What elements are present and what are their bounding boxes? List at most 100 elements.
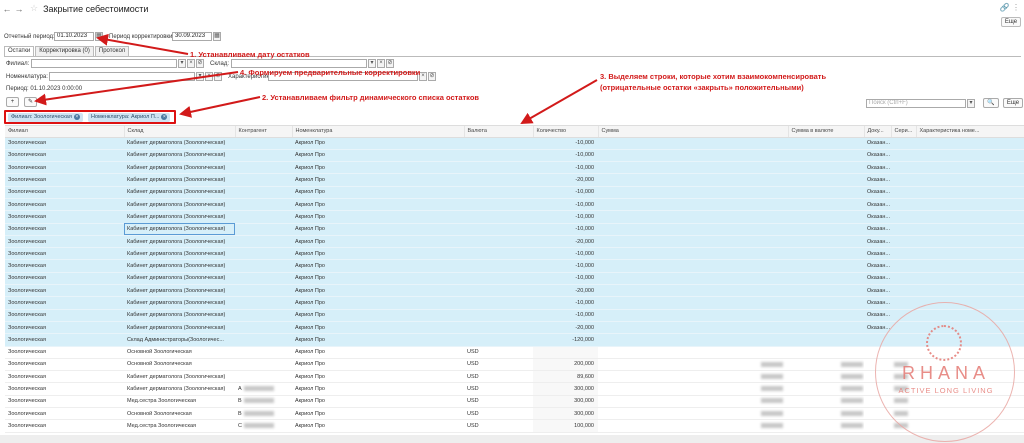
table-row[interactable]: Зоологическая Кабинет дерматолога (Зоолог…	[5, 321, 1024, 335]
cell-document: Оказан...	[864, 272, 891, 286]
cell-series	[891, 296, 916, 310]
cell-branch: Зоологическая	[5, 198, 124, 212]
cell-branch: Зоологическая	[5, 161, 124, 175]
bottom-scrollbar[interactable]	[0, 435, 1024, 443]
column-header[interactable]: Сумма в валюте	[788, 126, 865, 138]
table-row[interactable]: Зоологическая Мед.сестра Зоологическая В Ак…	[5, 395, 1024, 409]
table-row[interactable]: Зоологическая Кабинет дерматолога (Зоолог…	[5, 149, 1024, 163]
cell-currency	[464, 259, 533, 273]
cell-warehouse: Кабинет дерматолога (Зоологическая)	[124, 309, 235, 322]
column-header[interactable]: Сумма	[598, 126, 789, 138]
table-row[interactable]: Зоологическая Кабинет дерматолога (Зоолог…	[5, 370, 1024, 384]
cell-quantity: 100,000	[533, 419, 598, 433]
cell-nomenclature: Акриол Про	[292, 382, 464, 396]
cell-sum	[598, 235, 788, 249]
column-header[interactable]: Сери...	[891, 126, 917, 138]
table-row[interactable]: Зоологическая Кабинет дерматолога (Зоолог…	[5, 198, 1024, 212]
cell-document: Оказан...	[864, 247, 891, 261]
column-header[interactable]: Номенклатура	[292, 126, 465, 138]
redacted-value	[761, 386, 783, 392]
cell-quantity: -20,000	[533, 284, 598, 298]
table-row[interactable]: Зоологическая Кабинет дерматолога (Зоолог…	[5, 137, 1024, 150]
cell-characteristic	[916, 198, 1024, 212]
cell-sum	[598, 198, 788, 212]
table-row[interactable]: Зоологическая Основной Зоологическая Акрио…	[5, 358, 1024, 372]
column-header[interactable]: Филиал	[5, 126, 125, 138]
redacted-value	[761, 373, 783, 379]
column-header[interactable]: Валюта	[464, 126, 534, 138]
cell-branch: Зоологическая	[5, 382, 124, 396]
cell-nomenclature: Акриол Про	[292, 186, 464, 199]
column-header[interactable]: Количество	[533, 126, 599, 138]
table-row[interactable]: Зоологическая Кабинет дерматолога (Зоолог…	[5, 247, 1024, 261]
cell-currency: USD	[464, 382, 533, 396]
cell-counterparty	[235, 346, 292, 359]
cell-characteristic	[916, 210, 1024, 224]
cell-quantity: -120,000	[533, 333, 598, 347]
cell-nomenclature: Акриол Про	[292, 358, 464, 372]
cell-warehouse: Кабинет дерматолога (Зоологическая)	[124, 247, 235, 261]
cell-currency	[464, 272, 533, 286]
table-row[interactable]: Зоологическая Кабинет дерматолога (Зоолог…	[5, 235, 1024, 249]
cell-counterparty	[235, 235, 292, 249]
table-row[interactable]: Зоологическая Основной Зоологическая В Акри…	[5, 407, 1024, 421]
cell-branch: Зоологическая	[5, 395, 124, 409]
cell-nomenclature: Акриол Про	[292, 149, 464, 163]
table-row[interactable]: Зоологическая Кабинет дерматолога (Зоолог…	[5, 259, 1024, 273]
arrow-3	[520, 79, 598, 124]
cell-branch: Зоологическая	[5, 296, 124, 310]
cell-counterparty: В	[235, 407, 292, 421]
cell-quantity: 300,000	[533, 395, 598, 409]
column-header[interactable]: Контрагент	[235, 126, 293, 138]
cell-currency	[464, 210, 533, 224]
table-row[interactable]: Зоологическая Кабинет дерматолога (Зоолог…	[5, 296, 1024, 310]
arrow-2	[179, 96, 261, 118]
redacted-value	[761, 398, 783, 404]
cell-sum	[598, 284, 788, 298]
table-row[interactable]: Зоологическая Кабинет дерматолога (Зоолог…	[5, 284, 1024, 298]
cell-sum-currency	[788, 407, 864, 421]
column-header[interactable]: Склад	[124, 126, 236, 138]
cell-sum-currency	[788, 210, 864, 224]
table-row[interactable]: Зоологическая Кабинет дерматолога (Зоолог…	[5, 272, 1024, 286]
table-row[interactable]: Зоологическая Мед.сестра Зоологическая С Ак…	[5, 419, 1024, 433]
table-row[interactable]: Зоологическая Кабинет дерматолога (Зоолог…	[5, 223, 1024, 236]
cell-currency	[464, 161, 533, 175]
cell-nomenclature: Акриол Про	[292, 346, 464, 359]
cell-quantity: -10,000	[533, 186, 598, 199]
cell-currency	[464, 309, 533, 322]
cell-sum	[598, 321, 788, 335]
cell-warehouse: Основной Зоологическая	[124, 407, 235, 421]
cell-nomenclature: Акриол Про	[292, 259, 464, 273]
table-row[interactable]: Зоологическая Склад Администраторы(Зоолог…	[5, 333, 1024, 347]
cell-sum	[598, 223, 788, 236]
cell-counterparty	[235, 309, 292, 322]
table-row[interactable]: Зоологическая Кабинет дерматолога (Зоолог…	[5, 161, 1024, 175]
cell-counterparty	[235, 149, 292, 163]
column-header[interactable]: Доку...	[864, 126, 892, 138]
table-row[interactable]: Зоологическая Кабинет дерматолога (Зоолог…	[5, 186, 1024, 199]
redacted-value	[841, 373, 863, 379]
cell-counterparty	[235, 358, 292, 372]
table-row[interactable]: Зоологическая Кабинет дерматолога (Зоолог…	[5, 309, 1024, 322]
cell-document	[864, 419, 891, 433]
table-row[interactable]: Зоологическая Кабинет дерматолога (Зоолог…	[5, 382, 1024, 396]
cell-branch: Зоологическая	[5, 210, 124, 224]
cell-quantity: -10,000	[533, 259, 598, 273]
table-header: Филиал Склад Контрагент Номенклатура Валюта К…	[5, 126, 1024, 138]
table-row[interactable]: Зоологическая Кабинет дерматолога (Зоолог…	[5, 173, 1024, 187]
column-header[interactable]: Характеристика номе...	[916, 126, 1024, 138]
arrow-4	[34, 71, 239, 106]
cell-counterparty	[235, 210, 292, 224]
cell-characteristic	[916, 186, 1024, 199]
cell-counterparty	[235, 333, 292, 347]
table-row[interactable]: Зоологическая Кабинет дерматолога (Зоолог…	[5, 210, 1024, 224]
table-row[interactable]: Зоологическая Основной Зоологическая Акрио…	[5, 346, 1024, 359]
cell-sum	[598, 272, 788, 286]
logo-icon	[926, 325, 962, 361]
cell-currency: USD	[464, 346, 533, 359]
cell-warehouse: Кабинет дерматолога (Зоологическая)	[124, 210, 235, 224]
cell-sum	[598, 210, 788, 224]
cell-document: Оказан...	[864, 259, 891, 273]
cell-sum-currency	[788, 198, 864, 212]
